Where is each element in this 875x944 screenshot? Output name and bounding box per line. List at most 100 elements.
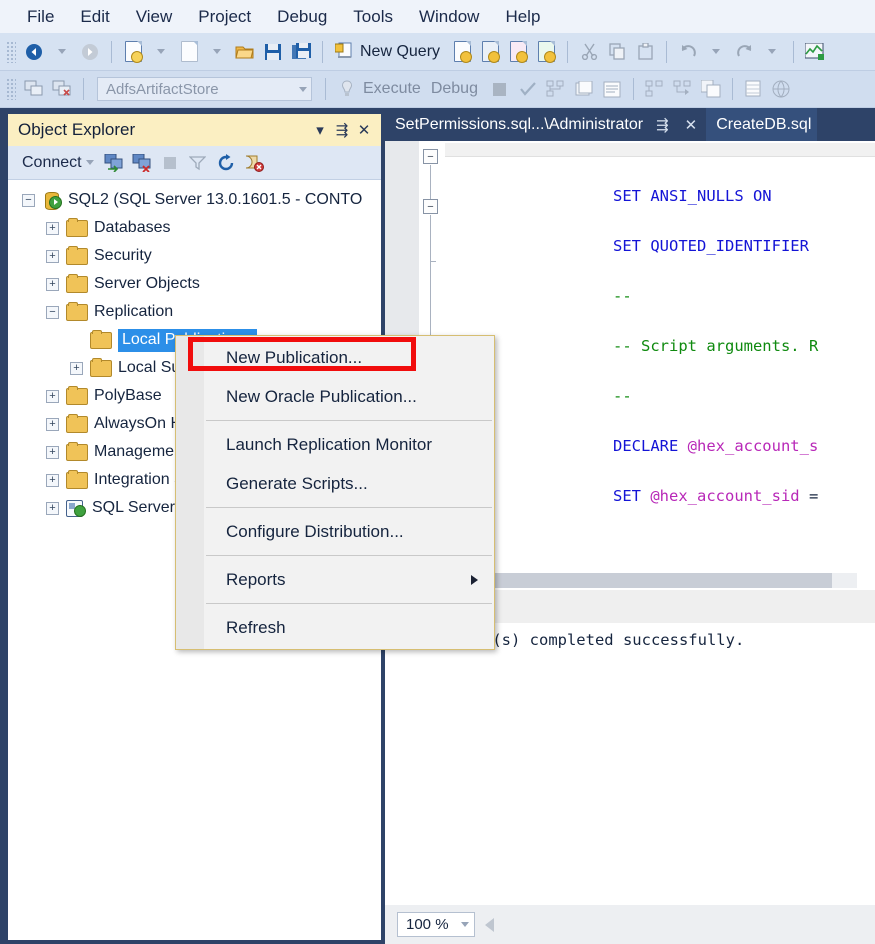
stop-icon[interactable] xyxy=(487,76,513,102)
paste-icon[interactable] xyxy=(632,39,658,65)
results-to-grid-icon[interactable] xyxy=(741,76,767,102)
context-menu-item-new-publication[interactable]: New Publication... xyxy=(176,338,494,377)
expander-plus-icon[interactable]: + xyxy=(46,445,59,459)
tree-node-label: Management xyxy=(94,443,188,460)
include-live-query-statistics-icon[interactable] xyxy=(670,76,696,102)
include-client-statistics-icon[interactable] xyxy=(698,76,724,102)
stop-icon[interactable] xyxy=(157,150,183,176)
context-menu-item-launch-replication-monitor[interactable]: Launch Replication Monitor xyxy=(176,425,494,464)
expander-plus-icon[interactable]: + xyxy=(46,417,59,431)
tree-node-server-objects[interactable]: + Server Objects xyxy=(8,270,381,298)
scroll-left-arrow-icon[interactable] xyxy=(485,917,494,932)
expander-none-icon xyxy=(70,334,83,347)
execute-label[interactable]: Execute xyxy=(361,80,429,98)
connect-object-explorer-icon[interactable] xyxy=(101,150,127,176)
undo-icon[interactable] xyxy=(675,39,701,65)
menu-item-tools[interactable]: Tools xyxy=(340,5,406,29)
close-icon[interactable]: ✕ xyxy=(353,119,375,141)
toolbar-grip[interactable] xyxy=(6,78,16,100)
navigate-forward-icon[interactable] xyxy=(77,39,103,65)
expander-plus-icon[interactable]: + xyxy=(46,221,59,235)
navigate-back-icon[interactable] xyxy=(21,39,47,65)
expander-plus-icon[interactable]: + xyxy=(46,249,59,263)
tree-node-databases[interactable]: + Databases xyxy=(8,214,381,242)
new-project-dropdown-icon[interactable] xyxy=(148,39,174,65)
disconnect-icon[interactable] xyxy=(49,76,75,102)
close-icon[interactable]: ✕ xyxy=(682,116,701,134)
new-item-icon[interactable] xyxy=(176,39,202,65)
new-analysis-services-dmx-query-icon[interactable] xyxy=(505,39,531,65)
expander-minus-icon[interactable]: − xyxy=(22,193,35,207)
save-icon[interactable] xyxy=(260,39,286,65)
sql-code-text[interactable]: SET ANSI_NULLS ON SET QUOTED_IDENTIFIER … xyxy=(445,159,875,573)
menu-item-edit[interactable]: Edit xyxy=(67,5,122,29)
context-menu-item-new-oracle-publication[interactable]: New Oracle Publication... xyxy=(176,377,494,416)
toolbar-grip[interactable] xyxy=(6,40,16,63)
standard-toolbar: New Query xyxy=(0,33,875,71)
new-query-icon[interactable] xyxy=(331,39,357,65)
include-actual-execution-plan-icon[interactable] xyxy=(642,76,668,102)
refresh-icon[interactable] xyxy=(213,150,239,176)
display-estimated-execution-plan-icon[interactable] xyxy=(543,76,569,102)
window-position-icon[interactable]: ▾ xyxy=(309,119,331,141)
editor-horizontal-scrollbar[interactable] xyxy=(445,573,857,588)
expander-plus-icon[interactable]: + xyxy=(46,473,59,487)
connect-icon[interactable] xyxy=(21,76,47,102)
tree-node-replication[interactable]: − Replication xyxy=(8,298,381,326)
open-file-icon[interactable] xyxy=(232,39,258,65)
filter-icon[interactable] xyxy=(185,150,211,176)
menu-item-view[interactable]: View xyxy=(123,5,186,29)
debug-label[interactable]: Debug xyxy=(429,80,486,98)
tree-node-sql-server-instance[interactable]: − SQL2 (SQL Server 13.0.1601.5 - CONTO xyxy=(8,186,381,214)
context-menu-separator xyxy=(206,420,492,421)
outline-collapse-minus-icon[interactable]: − xyxy=(423,199,438,214)
tree-node-security[interactable]: + Security xyxy=(8,242,381,270)
outline-collapse-minus-icon[interactable]: − xyxy=(423,149,438,164)
available-databases-combo[interactable]: AdfsArtifactStore xyxy=(97,77,312,101)
redo-icon[interactable] xyxy=(731,39,757,65)
context-menu-item-generate-scripts[interactable]: Generate Scripts... xyxy=(176,464,494,503)
zoom-level-combo[interactable]: 100 % xyxy=(397,912,475,937)
expander-plus-icon[interactable]: + xyxy=(70,361,83,375)
connect-button[interactable]: Connect xyxy=(16,152,100,174)
new-item-dropdown-icon[interactable] xyxy=(204,39,230,65)
auto-hide-pin-icon[interactable]: ⇶ xyxy=(653,116,672,134)
query-options-icon[interactable] xyxy=(571,76,597,102)
auto-hide-pin-icon[interactable]: ⇶ xyxy=(331,119,353,141)
expander-minus-icon[interactable]: − xyxy=(46,305,59,319)
new-analysis-services-xmla-query-icon[interactable] xyxy=(533,39,559,65)
menu-bar: File Edit View Project Debug Tools Windo… xyxy=(0,0,875,33)
menu-item-project[interactable]: Project xyxy=(185,5,264,29)
activity-monitor-icon[interactable] xyxy=(802,39,828,65)
new-analysis-services-mdx-query-icon[interactable] xyxy=(477,39,503,65)
copy-icon[interactable] xyxy=(604,39,630,65)
script-error-icon[interactable] xyxy=(241,150,267,176)
expander-plus-icon[interactable]: + xyxy=(46,501,59,515)
results-to-text-icon[interactable] xyxy=(599,76,625,102)
context-menu[interactable]: New Publication... New Oracle Publicatio… xyxy=(175,335,495,650)
expander-plus-icon[interactable]: + xyxy=(46,389,59,403)
disconnect-object-explorer-icon[interactable] xyxy=(129,150,155,176)
new-query-label[interactable]: New Query xyxy=(358,43,448,61)
context-menu-item-reports[interactable]: Reports xyxy=(176,560,494,599)
menu-item-window[interactable]: Window xyxy=(406,5,492,29)
tab-setpermissions-sql[interactable]: SetPermissions.sql...\Administrator ⇶ ✕ xyxy=(385,108,707,141)
undo-dropdown-icon[interactable] xyxy=(703,39,729,65)
new-database-engine-query-icon[interactable] xyxy=(449,39,475,65)
menu-item-help[interactable]: Help xyxy=(492,5,553,29)
expander-plus-icon[interactable]: + xyxy=(46,277,59,291)
cut-icon[interactable] xyxy=(576,39,602,65)
new-project-icon[interactable] xyxy=(120,39,146,65)
redo-dropdown-icon[interactable] xyxy=(759,39,785,65)
menu-item-file[interactable]: File xyxy=(14,5,67,29)
execute-icon[interactable] xyxy=(334,76,360,102)
navigate-back-dropdown-icon[interactable] xyxy=(49,39,75,65)
save-all-icon[interactable] xyxy=(288,39,314,65)
toolbar-separator xyxy=(731,78,733,100)
menu-item-debug[interactable]: Debug xyxy=(264,5,340,29)
context-menu-item-configure-distribution[interactable]: Configure Distribution... xyxy=(176,512,494,551)
results-to-file-icon[interactable] xyxy=(769,76,795,102)
context-menu-item-refresh[interactable]: Refresh xyxy=(176,608,494,647)
parse-icon[interactable] xyxy=(515,76,541,102)
tab-createdb-sql[interactable]: CreateDB.sql xyxy=(706,108,818,141)
